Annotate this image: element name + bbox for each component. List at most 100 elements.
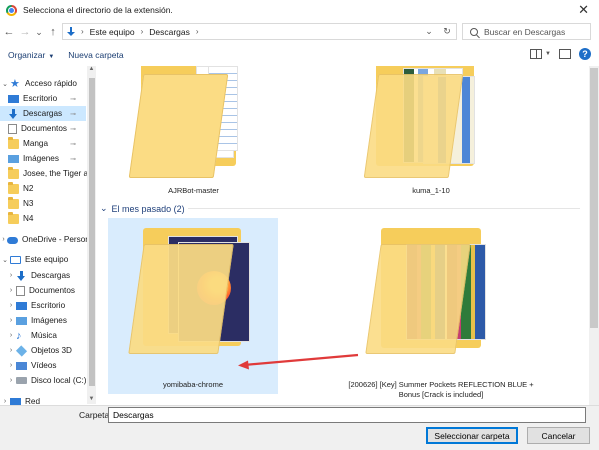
group-title: El mes pasado (2) xyxy=(111,203,185,214)
folder-icon xyxy=(8,181,19,194)
music-icon: ♪ xyxy=(16,329,22,342)
sidebar-item-este-equipo[interactable]: ⌄ Este equipo xyxy=(0,252,86,267)
close-icon[interactable]: ✕ xyxy=(578,2,589,18)
download-icon xyxy=(8,108,19,119)
select-folder-button[interactable]: Seleccionar carpeta xyxy=(426,427,518,444)
chevron-right-icon[interactable]: › xyxy=(0,398,10,405)
sidebar-item-onedrive[interactable]: › OneDrive - Persor xyxy=(0,232,88,247)
sidebar-item-musica[interactable]: › ♪ Música xyxy=(6,328,86,343)
sidebar-item-label: N2 xyxy=(23,184,34,193)
chevron-right-icon[interactable]: › xyxy=(6,332,16,339)
desktop-icon xyxy=(16,301,27,310)
organize-menu-button[interactable]: Organizar ▼ xyxy=(8,50,54,60)
scroll-up-arrow-icon[interactable]: ▲ xyxy=(87,66,96,72)
sidebar-item-disco-local[interactable]: › Disco local (C:) xyxy=(6,373,88,388)
back-arrow-icon[interactable]: ← xyxy=(3,26,15,38)
chevron-right-icon[interactable]: › xyxy=(0,236,7,243)
sidebar-item-label: Disco local (C:) xyxy=(31,376,87,385)
sidebar-item-imagenes[interactable]: Imágenes ⊸ xyxy=(8,151,86,166)
sidebar-item-n4[interactable]: N4 xyxy=(8,211,86,226)
address-bar[interactable]: › Este equipo › Descargas › ⌄ ↻ xyxy=(62,23,457,40)
chevron-right-icon[interactable]: › xyxy=(6,317,16,324)
chevron-down-icon[interactable]: ⌄ xyxy=(0,256,10,264)
chevron-down-icon: ▼ xyxy=(48,54,55,60)
sidebar-item-objetos-3d[interactable]: › Objetos 3D xyxy=(6,343,86,358)
sidebar-item-label: Documentos xyxy=(29,286,75,295)
group-divider xyxy=(188,208,580,209)
preview-pane-icon[interactable] xyxy=(559,49,571,59)
folder-icon xyxy=(8,166,19,179)
sidebar-item-manga[interactable]: Manga ⊸ xyxy=(8,136,86,151)
objects-3d-icon xyxy=(15,344,28,357)
sidebar-item-label: Vídeos xyxy=(31,361,57,370)
cancel-button[interactable]: Cancelar xyxy=(527,427,590,444)
up-arrow-icon[interactable]: ↑ xyxy=(47,26,59,38)
sidebar-item-label: Acceso rápido xyxy=(25,79,77,88)
sidebar-item-escritorio-pc[interactable]: › Escritorio xyxy=(6,298,86,313)
folder-field-label: Carpeta: xyxy=(79,410,112,420)
chevron-down-icon[interactable]: ⌄ xyxy=(0,80,10,88)
sidebar-item-label: Imágenes xyxy=(23,154,59,163)
network-icon xyxy=(10,398,21,405)
sidebar-item-n3[interactable]: N3 xyxy=(8,196,86,211)
computer-icon xyxy=(10,255,21,264)
forward-arrow-icon[interactable]: → xyxy=(19,26,31,38)
folder-field[interactable] xyxy=(108,407,586,423)
sidebar-item-josee[interactable]: Josee, the Tiger a xyxy=(8,166,88,181)
chevron-right-icon[interactable]: › xyxy=(6,362,16,369)
sidebar-item-label: N3 xyxy=(23,199,34,208)
breadcrumb-este-equipo[interactable]: Este equipo xyxy=(90,27,135,37)
chevron-right-icon[interactable]: › xyxy=(6,272,16,279)
sidebar-item-label: Manga xyxy=(23,139,49,148)
chevron-right-icon[interactable]: › xyxy=(6,302,16,309)
breadcrumb-separator: › xyxy=(195,27,199,36)
chevron-right-icon[interactable]: › xyxy=(6,347,16,354)
sidebar-item-label: Escritorio xyxy=(31,301,66,310)
folder-icon xyxy=(8,196,19,209)
sidebar-item-descargas-pc[interactable]: › Descargas xyxy=(6,268,86,283)
sidebar-item-documentos-pc[interactable]: › Documentos xyxy=(6,283,86,298)
address-history-dropdown-icon[interactable]: ⌄ xyxy=(420,26,438,37)
chevron-right-icon[interactable]: › xyxy=(6,287,16,294)
sidebar-item-label: Descargas xyxy=(23,109,63,118)
breadcrumb-separator: › xyxy=(81,27,84,36)
help-icon[interactable]: ? xyxy=(579,48,591,60)
scroll-down-arrow-icon[interactable]: ▼ xyxy=(87,396,96,402)
pin-icon: ⊸ xyxy=(70,110,76,118)
sidebar-item-escritorio[interactable]: Escritorio ⊸ xyxy=(8,91,86,106)
refresh-icon[interactable]: ↻ xyxy=(438,26,456,37)
new-folder-button[interactable]: Nueva carpeta xyxy=(68,50,123,60)
breadcrumb-descargas[interactable]: Descargas xyxy=(149,27,190,37)
sidebar-item-videos[interactable]: › Vídeos xyxy=(6,358,86,373)
arrow-head xyxy=(238,360,249,370)
file-list[interactable]: AJRBot-master kuma_1-10 yomibaba-chrome … xyxy=(96,66,589,405)
search-box[interactable] xyxy=(462,23,591,40)
document-icon xyxy=(16,285,25,296)
sidebar-item-documentos[interactable]: Documentos ⊸ xyxy=(8,121,86,136)
breadcrumb-separator: › xyxy=(140,27,144,36)
sidebar-item-n2[interactable]: N2 xyxy=(8,181,86,196)
pictures-icon xyxy=(8,154,19,163)
chevron-down-icon[interactable]: ⌄ xyxy=(100,203,108,214)
change-view-icon[interactable] xyxy=(530,49,543,59)
arrow-line xyxy=(243,353,359,367)
pin-icon: ⊸ xyxy=(70,95,76,103)
sidebar-item-descargas[interactable]: Descargas ⊸ xyxy=(0,106,86,121)
sidebar-item-label: Escritorio xyxy=(23,94,58,103)
download-icon xyxy=(67,26,75,37)
sidebar-item-label: Música xyxy=(31,331,57,340)
sidebar-scrollbar-thumb[interactable] xyxy=(89,78,95,386)
sidebar-item-acceso-rapido[interactable]: ⌄ ★ Acceso rápido xyxy=(0,76,86,91)
pin-icon: ⊸ xyxy=(70,140,76,148)
sidebar-item-label: Josee, the Tiger a xyxy=(23,169,88,178)
content-scrollbar-thumb[interactable] xyxy=(590,68,598,328)
window-title: Selecciona el directorio de la extensión… xyxy=(23,5,173,15)
search-input[interactable] xyxy=(484,26,589,37)
recent-locations-icon[interactable]: ⌄ xyxy=(33,27,45,38)
sidebar-item-imagenes-pc[interactable]: › Imágenes xyxy=(6,313,86,328)
chevron-right-icon[interactable]: › xyxy=(6,377,16,384)
group-label[interactable]: ⌄ El mes pasado (2) xyxy=(100,203,185,214)
sidebar-item-label: Objetos 3D xyxy=(31,346,72,355)
navigation-pane[interactable]: ⌄ ★ Acceso rápido Escritorio ⊸ Descargas… xyxy=(0,66,96,406)
chevron-down-icon[interactable]: ▼ xyxy=(545,51,551,57)
